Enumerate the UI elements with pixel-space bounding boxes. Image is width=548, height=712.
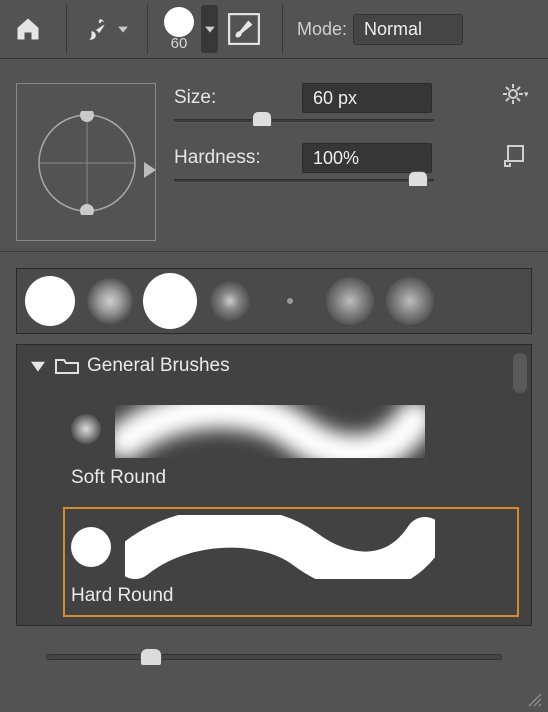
- gear-icon: ▾: [502, 83, 528, 105]
- brush-thumb-icon: [71, 527, 111, 567]
- brush-panel-icon: [227, 12, 261, 46]
- tool-preset-picker[interactable]: [79, 12, 135, 46]
- hardness-slider-thumb[interactable]: [408, 171, 428, 187]
- separator: [66, 4, 67, 54]
- brush-preset-item[interactable]: Soft Round: [63, 389, 519, 499]
- hardness-input[interactable]: [302, 143, 432, 173]
- brush-tip-swatch[interactable]: [83, 274, 137, 328]
- brush-tip-row: [16, 268, 532, 334]
- size-input[interactable]: [302, 83, 432, 113]
- resize-grip-icon[interactable]: [526, 691, 542, 707]
- angle-circle-icon: [35, 111, 139, 215]
- hardness-slider[interactable]: [174, 179, 434, 183]
- folder-icon: [55, 357, 79, 375]
- brush-preset-dropdown[interactable]: [201, 5, 218, 53]
- brush-tip-swatch[interactable]: [263, 274, 317, 328]
- chevron-down-icon: [204, 23, 216, 35]
- brush-tip-swatch[interactable]: [23, 274, 77, 328]
- brush-preset-name: Hard Round: [71, 585, 511, 607]
- chevron-down-icon: [29, 359, 47, 373]
- brush-tip-swatch[interactable]: [383, 274, 437, 328]
- scrollbar[interactable]: [513, 353, 527, 393]
- brush-tip-swatch[interactable]: [203, 274, 257, 328]
- new-preset-button[interactable]: [504, 145, 526, 167]
- brush-preview-dot: [164, 7, 194, 37]
- hardness-label: Hardness:: [174, 147, 292, 169]
- angle-direction-icon: [144, 162, 158, 178]
- brush-angle-control[interactable]: [16, 83, 156, 241]
- brush-tip-swatch[interactable]: [323, 274, 377, 328]
- folder-title: General Brushes: [87, 355, 230, 377]
- home-icon: [14, 15, 42, 43]
- panel-settings-button[interactable]: ▾: [502, 83, 528, 105]
- svg-text:▾: ▾: [524, 89, 528, 99]
- mode-label: Mode:: [297, 19, 347, 40]
- size-slider-thumb[interactable]: [252, 111, 272, 127]
- chevron-down-icon: [117, 23, 129, 35]
- brush-preset-picker[interactable]: 60: [160, 7, 198, 52]
- brush-stroke-preview: [125, 515, 435, 579]
- new-preset-icon: [504, 145, 526, 167]
- brush-thumb-icon: [71, 414, 101, 444]
- separator: [147, 4, 148, 54]
- brush-preset-name: Soft Round: [71, 467, 511, 489]
- size-label: Size:: [174, 87, 292, 109]
- separator: [282, 4, 283, 54]
- brush-preset-item[interactable]: Hard Round: [63, 507, 519, 617]
- mode-dropdown[interactable]: Normal: [353, 14, 463, 45]
- mode-value: Normal: [364, 19, 422, 39]
- preview-size-slider[interactable]: [46, 654, 502, 660]
- brush-folder-header[interactable]: General Brushes: [23, 351, 525, 381]
- brush-icon: [85, 16, 111, 42]
- brush-stroke-preview: [115, 397, 425, 461]
- preview-size-thumb[interactable]: [140, 648, 162, 666]
- brush-size-readout: 60: [171, 35, 188, 52]
- home-button[interactable]: [8, 9, 48, 49]
- size-slider[interactable]: [174, 119, 434, 123]
- brush-settings-toggle[interactable]: [224, 9, 264, 49]
- brush-tip-swatch[interactable]: [143, 274, 197, 328]
